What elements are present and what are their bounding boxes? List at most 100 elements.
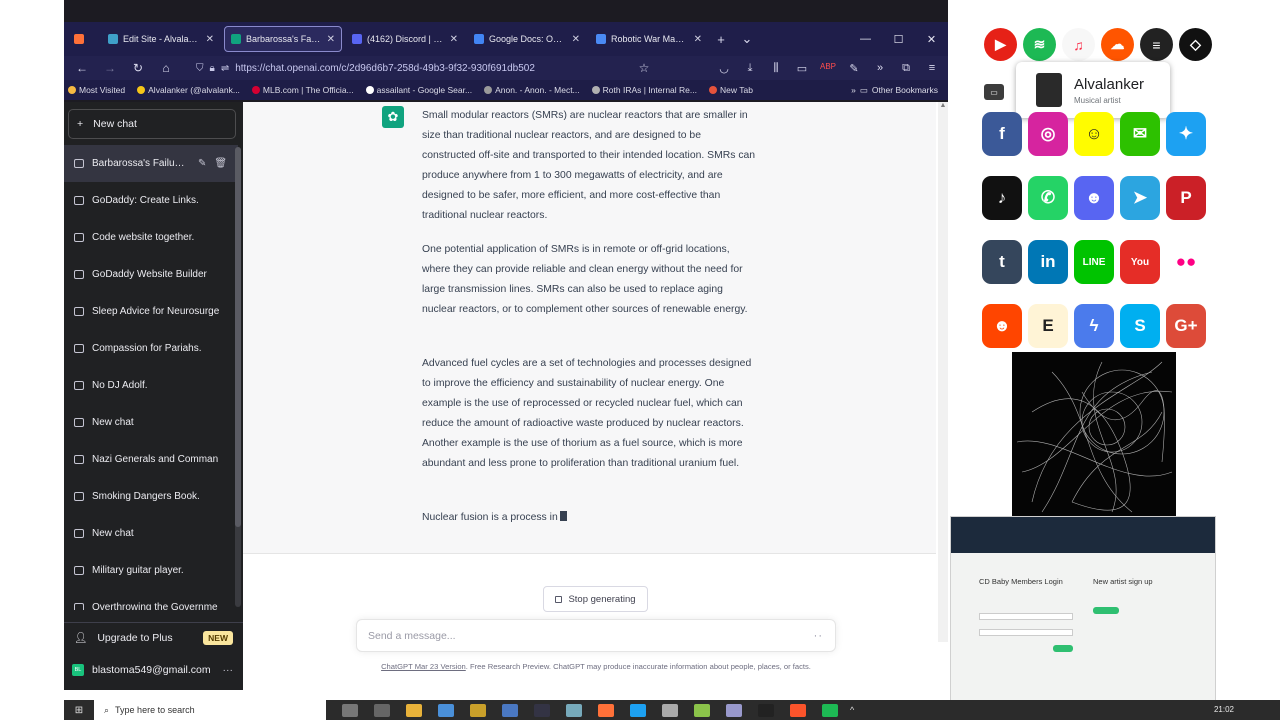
stop-generating-button[interactable]: Stop generating (543, 586, 648, 612)
tab-close-icon[interactable]: ✕ (206, 34, 214, 45)
system-clock[interactable]: 21:02 (1214, 705, 1234, 715)
bookmark-item[interactable]: MLB.com | The Officia... (251, 85, 354, 95)
bookmark-item[interactable]: assailant - Google Sear... (365, 85, 472, 95)
spotify-taskbar-icon[interactable] (822, 703, 838, 717)
bookmark-item[interactable]: Alvalanker (@alvalank... (137, 85, 240, 95)
paint-icon[interactable] (694, 703, 710, 717)
snipping-icon[interactable] (662, 703, 678, 717)
browser-tab[interactable]: Barbarossa's Failure Im ✕ (224, 26, 342, 52)
chat-item[interactable]: Military guitar player. (64, 552, 238, 589)
media-player-icon[interactable] (470, 703, 486, 717)
sidebar-icon[interactable]: ▭ (792, 62, 812, 75)
downloads-icon[interactable]: ⤓ (740, 62, 760, 75)
minimize-icon[interactable]: — (849, 33, 882, 45)
reload-icon[interactable]: ↻ (126, 61, 150, 75)
whatsapp-icon[interactable]: ✆ (1028, 176, 1068, 220)
utility-icon[interactable] (726, 703, 742, 717)
chat-item[interactable]: GoDaddy Website Builder (64, 256, 238, 293)
tab-close-icon[interactable]: ✕ (572, 34, 580, 45)
tab-list-chevron-icon[interactable]: ⌄ (734, 31, 760, 47)
reddit-icon[interactable]: ☻ (982, 304, 1022, 348)
chat-item-active[interactable]: Barbarossa's Failure I ✎ 🗑︎ (64, 145, 238, 182)
tray-chevron-icon[interactable]: ^ (850, 705, 854, 715)
tab-close-icon[interactable]: ✕ (694, 34, 702, 45)
discord-icon[interactable]: ☻ (1074, 176, 1114, 220)
brave-icon[interactable] (790, 703, 806, 717)
main-scrollbar[interactable]: ▲ (938, 102, 948, 642)
tidal-icon[interactable]: ◇ (1179, 28, 1212, 61)
soundcloud-icon[interactable]: ☁ (1101, 28, 1134, 61)
lock-icon[interactable]: 🔒︎ (210, 63, 215, 74)
menu-icon[interactable]: ≡ (922, 62, 942, 75)
browser-tab[interactable] (68, 26, 98, 52)
youtube-icon[interactable]: You (1120, 240, 1160, 284)
close-window-icon[interactable]: ✕ (915, 33, 948, 46)
sidebar-scrollbar[interactable] (235, 147, 241, 607)
adblock-icon[interactable]: ABP (818, 62, 838, 75)
overflow-chevron-icon[interactable]: » (870, 62, 890, 75)
wechat-icon[interactable]: ✉ (1120, 112, 1160, 156)
extension-icon[interactable]: ✎ (844, 62, 864, 75)
browser-tab[interactable]: (4162) Discord | Friends ✕ (346, 26, 464, 52)
messenger-icon[interactable]: ϟ (1074, 304, 1114, 348)
pinterest-icon[interactable]: P (1166, 176, 1206, 220)
instagram-icon[interactable]: ◎ (1028, 112, 1068, 156)
apple-music-icon[interactable]: ♫ (1062, 28, 1095, 61)
tab-close-icon[interactable]: ✕ (450, 34, 458, 45)
scroll-up-icon[interactable]: ▲ (938, 102, 948, 109)
flickr-icon[interactable]: ●● (1166, 240, 1206, 284)
bookmark-item[interactable]: Roth IRAs | Internal Re... (591, 85, 697, 95)
url-text[interactable]: https://chat.openai.com/c/2d96d6b7-258d-… (235, 63, 535, 74)
telegram-icon[interactable]: ➤ (1120, 176, 1160, 220)
photos-icon[interactable] (438, 703, 454, 717)
version-link[interactable]: ChatGPT Mar 23 Version (381, 662, 466, 671)
new-tab-icon[interactable]: + (708, 32, 734, 47)
back-icon[interactable]: ← (70, 61, 94, 75)
app-icon[interactable] (758, 703, 774, 717)
facebook-icon[interactable]: f (982, 112, 1022, 156)
taskbar-search[interactable]: ⌕ Type here to search (94, 700, 326, 720)
task-view-icon[interactable] (374, 703, 390, 717)
youtube-music-icon[interactable]: ▶ (984, 28, 1017, 61)
trash-icon[interactable]: 🗑︎ (214, 158, 227, 169)
bookmark-item[interactable]: Anon. - Anon. - Mect... (484, 85, 580, 95)
deezer-icon[interactable]: ≡ (1140, 28, 1173, 61)
chat-item[interactable]: Nazi Generals and Comman (64, 441, 238, 478)
google-plus-icon[interactable]: G+ (1166, 304, 1206, 348)
windows-start-icon[interactable]: ⊞ (64, 705, 94, 716)
browser-tab[interactable]: Google Docs: Online Docum ✕ (468, 26, 586, 52)
chat-item[interactable]: No DJ Adolf. (64, 367, 238, 404)
line-icon[interactable]: LINE (1074, 240, 1114, 284)
tiktok-icon[interactable]: ♪ (982, 176, 1022, 220)
chat-item[interactable]: GoDaddy: Create Links. (64, 182, 238, 219)
notepad-icon[interactable] (566, 703, 582, 717)
chat-item[interactable]: Compassion for Pariahs. (64, 330, 238, 367)
url-bar[interactable]: ⛉ 🔒︎ ⇌ https://chat.openai.com/c/2d96d6b… (188, 58, 568, 78)
account-menu[interactable]: BL blastoma549@gmail.com ··· (64, 655, 243, 685)
chat-item[interactable]: Overthrowing the Governme (64, 589, 238, 610)
home-icon[interactable]: ⌂ (154, 61, 178, 75)
maximize-icon[interactable]: ☐ (882, 33, 915, 46)
live-app-icon[interactable] (630, 703, 646, 717)
bookmark-item[interactable]: Most Visited (68, 85, 125, 95)
chat-item[interactable]: Smoking Dangers Book. (64, 478, 238, 515)
bookmark-item[interactable]: New Tab (709, 85, 753, 95)
spotify-icon[interactable]: ≋ (1023, 28, 1056, 61)
snapchat-icon[interactable]: ☺ (1074, 112, 1114, 156)
shield-icon[interactable]: ⛉ (196, 63, 204, 74)
new-chat-button[interactable]: + New chat (68, 109, 236, 139)
cortana-icon[interactable] (342, 703, 358, 717)
tab-close-icon[interactable]: ✕ (327, 34, 335, 45)
sidebar-scrollbar-thumb[interactable] (235, 147, 241, 527)
chat-item[interactable]: New chat (64, 515, 238, 552)
other-bookmarks[interactable]: » ▭ Other Bookmarks (851, 85, 948, 96)
obs-icon[interactable] (534, 703, 550, 717)
linkedin-icon[interactable]: in (1028, 240, 1068, 284)
edit-icon[interactable]: ✎ (198, 158, 206, 169)
chat-item[interactable]: New chat (64, 404, 238, 441)
browser-tab[interactable]: Robotic War Machine I ✕ (590, 26, 708, 52)
twitter-icon[interactable]: ✦ (1166, 112, 1206, 156)
calculator-icon[interactable] (502, 703, 518, 717)
skype-icon[interactable]: S (1120, 304, 1160, 348)
etsy-icon[interactable]: E (1028, 304, 1068, 348)
